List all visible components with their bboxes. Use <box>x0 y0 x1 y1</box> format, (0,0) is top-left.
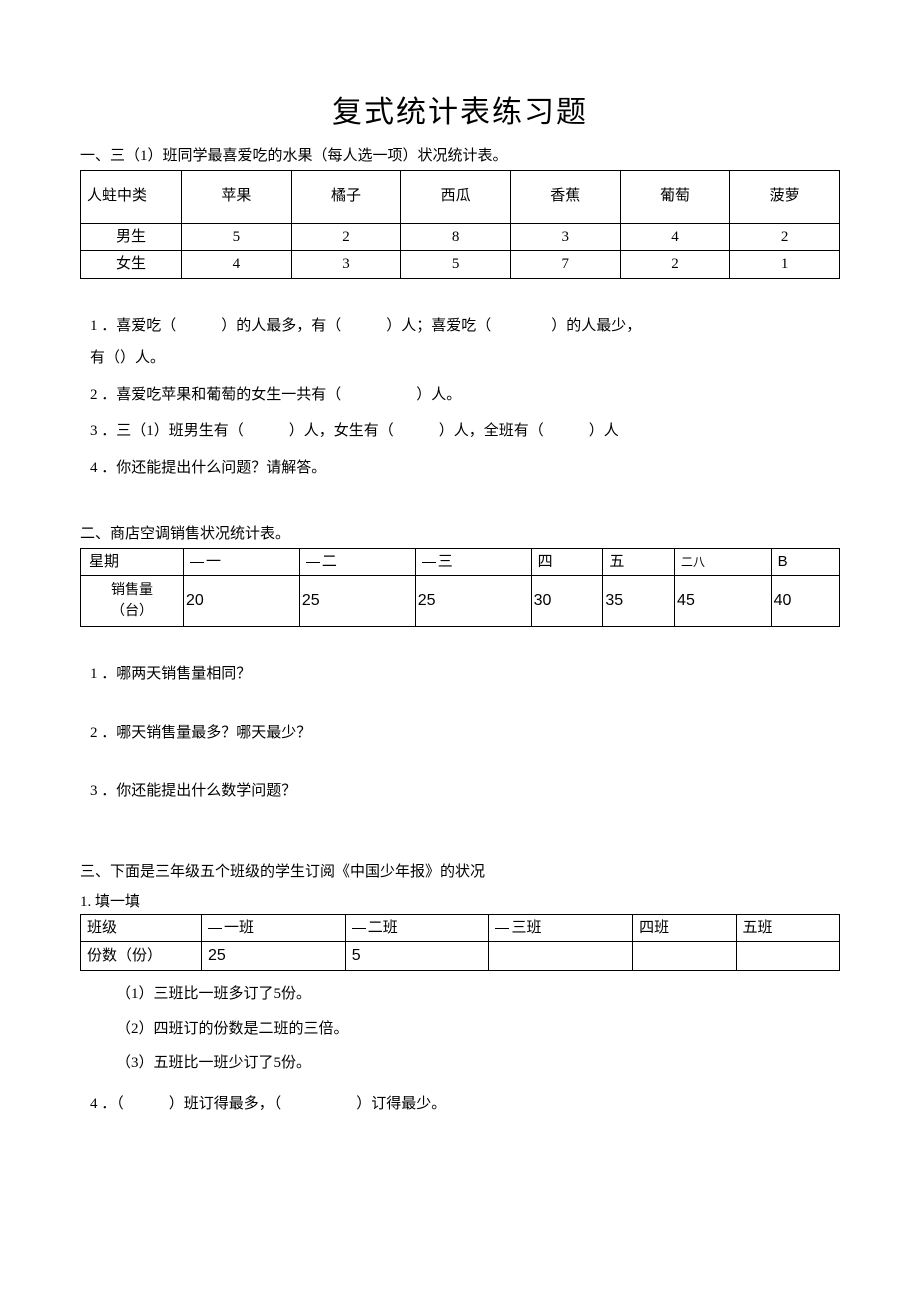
table-cell: 5 <box>345 942 489 971</box>
day-cell: B <box>771 548 839 576</box>
table-cell: 35 <box>603 576 675 627</box>
row-boys-label: 男生 <box>81 223 182 251</box>
sales-table: 星期 一 二 三 四 五 二八 B 销售量 （台） 20 25 25 30 35… <box>80 548 840 628</box>
s3-c2: （2）四班订的份数是二班的三倍。 <box>80 1018 840 1041</box>
section3-sub: 1. 填一填 <box>80 891 840 914</box>
table-cell: 5 <box>182 223 292 251</box>
table-cell: 4 <box>620 223 730 251</box>
class-cell: 四班 <box>633 914 736 942</box>
corner-cell: 人蛀中类 <box>81 170 182 223</box>
table-cell: 7 <box>510 251 620 279</box>
table-cell: 3 <box>291 251 401 279</box>
s3-c1: （1）三班比一班多订了5份。 <box>80 983 840 1006</box>
table-cell: 2 <box>730 223 840 251</box>
row-class-label: 班级 <box>81 914 202 942</box>
table-cell: 8 <box>401 223 511 251</box>
table-cell: 1 <box>730 251 840 279</box>
day-cell: 二 <box>299 548 415 576</box>
class-cell: 五班 <box>736 914 839 942</box>
hdr-watermelon: 西瓜 <box>401 170 511 223</box>
table-cell: 4 <box>182 251 292 279</box>
table-cell: 3 <box>510 223 620 251</box>
s1-q2: 2 ．喜爱吃苹果和葡萄的女生一共有（ ）人。 <box>80 384 840 407</box>
day-cell: 三 <box>415 548 531 576</box>
s2-q2: 2 ．哪天销售量最多？哪天最少？ <box>80 722 840 745</box>
s1-q1b: 有（）人。 <box>90 347 840 370</box>
s3-c3: （3）五班比一班少订了5份。 <box>80 1052 840 1075</box>
section2-heading: 二、商店空调销售状况统计表。 <box>80 523 840 546</box>
section3-heading: 三、下面是三年级五个班级的学生订阅《中国少年报》的状况 <box>80 861 840 884</box>
row-copies-label: 份数（份） <box>81 942 202 971</box>
s1-q3: 3 ．三（1）班男生有（ ）人，女生有（ ）人，全班有（ ）人 <box>80 420 840 443</box>
hdr-orange: 橘子 <box>291 170 401 223</box>
s1-q1: 1 ．喜爱吃（ ）的人最多，有（ ）人；喜爱吃（ ）的人最少， 有（）人。 <box>80 315 840 370</box>
table-cell: 20 <box>184 576 300 627</box>
class-cell: 一班 <box>202 914 346 942</box>
s1-q1a: 1 ．喜爱吃（ ）的人最多，有（ ）人；喜爱吃（ ）的人最少， <box>90 315 840 338</box>
page-title: 复式统计表练习题 <box>80 90 840 135</box>
row-girls-label: 女生 <box>81 251 182 279</box>
row-sales-label: 销售量 （台） <box>81 576 184 627</box>
row-week-label: 星期 <box>81 548 184 576</box>
s3-q4: 4 ．（ ）班订得最多，（ ）订得最少。 <box>80 1093 840 1116</box>
table-cell: 5 <box>401 251 511 279</box>
table-cell: 2 <box>620 251 730 279</box>
day-cell: 二八 <box>675 548 772 576</box>
section1-heading: 一、三（1）班同学最喜爱吃的水果（每人选一项）状况统计表。 <box>80 145 840 168</box>
day-cell: 四 <box>531 548 603 576</box>
table-cell: 25 <box>415 576 531 627</box>
hdr-pineapple: 菠萝 <box>730 170 840 223</box>
s2-q1: 1 ．哪两天销售量相同？ <box>80 663 840 686</box>
table-cell: 25 <box>299 576 415 627</box>
class-cell: 二班 <box>345 914 489 942</box>
table-cell: 45 <box>675 576 772 627</box>
day-cell: 五 <box>603 548 675 576</box>
fruit-table: 人蛀中类 苹果 橘子 西瓜 香蕉 葡萄 菠萝 男生 5 2 8 3 4 2 女生… <box>80 170 840 279</box>
class-cell: 三班 <box>489 914 633 942</box>
s1-q4: 4 ．你还能提出什么问题？请解答。 <box>80 457 840 480</box>
s2-q3: 3 ．你还能提出什么数学问题？ <box>80 780 840 803</box>
day-cell: 一 <box>184 548 300 576</box>
table-cell <box>489 942 633 971</box>
hdr-grape: 葡萄 <box>620 170 730 223</box>
hdr-banana: 香蕉 <box>510 170 620 223</box>
table-cell <box>736 942 839 971</box>
table-cell: 2 <box>291 223 401 251</box>
table-cell: 25 <box>202 942 346 971</box>
subscription-table: 班级 一班 二班 三班 四班 五班 份数（份） 25 5 <box>80 914 840 972</box>
table-cell: 30 <box>531 576 603 627</box>
table-cell: 40 <box>771 576 839 627</box>
hdr-apple: 苹果 <box>182 170 292 223</box>
table-cell <box>633 942 736 971</box>
